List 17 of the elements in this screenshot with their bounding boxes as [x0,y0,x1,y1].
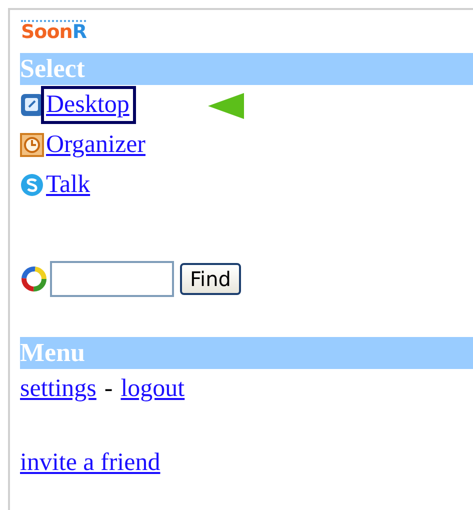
invite-link[interactable]: invite a friend [20,449,160,477]
logout-link[interactable]: logout [120,375,185,403]
chat-s-icon [20,173,44,197]
section-header: Menu [20,337,473,369]
app-link[interactable]: Talk [41,166,98,204]
find-button[interactable]: Find [180,263,241,295]
app-link[interactable]: Organizer [41,126,152,164]
colorful-ring-icon [20,265,48,293]
section-header: Select [20,53,473,85]
app-link[interactable]: Desktop [41,86,136,124]
separator: - [104,375,113,403]
desktop-app-icon [20,93,44,117]
logo: SoonR [21,20,86,42]
settings-link[interactable]: settings [20,375,96,403]
clock-icon [20,133,44,157]
pointer-arrow-icon [206,91,246,121]
search-field[interactable] [50,261,174,297]
